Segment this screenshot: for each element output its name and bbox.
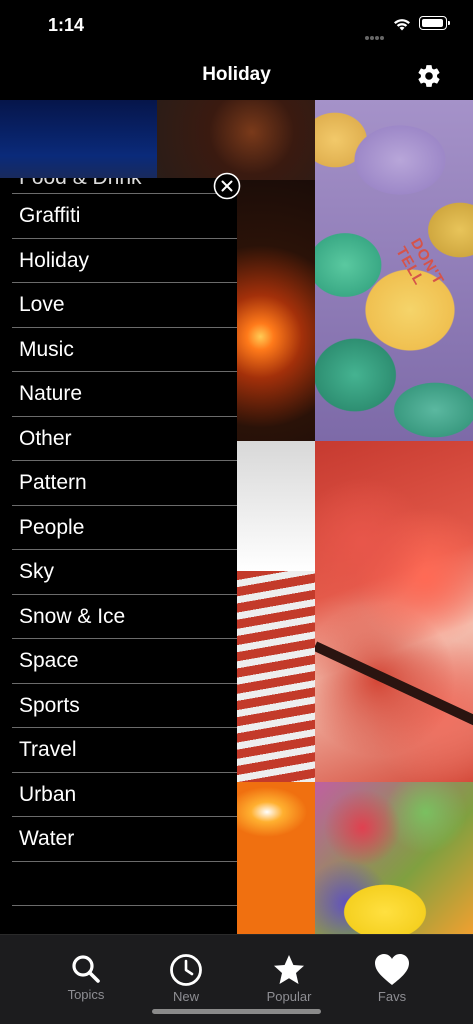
close-icon[interactable] — [213, 172, 241, 200]
photo-chick[interactable] — [315, 782, 473, 934]
menu-item-other[interactable]: Other — [12, 417, 237, 461]
menu-item-nature[interactable]: Nature — [12, 372, 237, 417]
menu-item-snow-ice[interactable]: Snow & Ice — [12, 595, 237, 639]
battery-icon — [419, 16, 450, 30]
menu-item-people[interactable]: People — [12, 506, 237, 550]
menu-item-love[interactable]: Love — [12, 283, 237, 328]
menu-item-holiday[interactable]: Holiday — [12, 239, 237, 283]
topics-menu: Food & Drink Graffiti Holiday Love Music… — [0, 178, 237, 934]
menu-item-music[interactable]: Music — [12, 328, 237, 372]
menu-item-graffiti[interactable]: Graffiti — [12, 194, 237, 239]
status-time: 1:14 — [48, 15, 85, 35]
tab-new-label: New — [172, 989, 199, 1004]
photo-candy-hearts[interactable]: DON'T TELL — [315, 100, 473, 441]
tab-popular[interactable]: Popular — [244, 953, 334, 1004]
search-icon — [72, 955, 100, 983]
photo-sparks-top[interactable] — [157, 100, 315, 180]
gear-icon[interactable] — [416, 63, 442, 89]
photo-autumn-tree[interactable] — [315, 441, 473, 782]
candy-heart-text: DON'T TELL — [392, 235, 448, 289]
menu-item-travel[interactable]: Travel — [12, 728, 237, 773]
tab-topics-label: Topics — [67, 987, 105, 1002]
photo-sparkler[interactable] — [237, 180, 315, 441]
photo-flag[interactable] — [237, 441, 315, 782]
menu-item-food-drink[interactable]: Food & Drink — [12, 178, 237, 194]
photo-candy-corn[interactable] — [237, 782, 315, 934]
menu-item-sports[interactable]: Sports — [12, 684, 237, 728]
menu-item-empty — [12, 862, 237, 906]
tab-favs[interactable]: Favs — [347, 953, 437, 1004]
tab-new[interactable]: New — [141, 953, 231, 1004]
menu-item-water[interactable]: Water — [12, 817, 237, 862]
tab-favs-label: Favs — [377, 989, 407, 1004]
clock-icon — [170, 954, 202, 986]
tab-topics[interactable]: Topics — [41, 953, 131, 1002]
heart-icon — [375, 954, 409, 985]
menu-item-urban[interactable]: Urban — [12, 773, 237, 817]
page-title: Holiday — [202, 64, 271, 85]
tab-popular-label: Popular — [266, 989, 312, 1004]
menu-item-space[interactable]: Space — [12, 639, 237, 684]
status-bar: 1:14 — [0, 0, 473, 50]
menu-item-pattern[interactable]: Pattern — [12, 461, 237, 506]
wifi-icon — [394, 19, 410, 31]
cellular-signal-icon — [365, 27, 387, 40]
star-icon — [274, 955, 304, 984]
photo-fireworks-sky[interactable] — [0, 100, 157, 180]
menu-item-sky[interactable]: Sky — [12, 550, 237, 595]
navigation-bar: Holiday — [0, 50, 473, 100]
topics-list: Food & Drink Graffiti Holiday Love Music… — [12, 178, 237, 906]
home-indicator — [152, 1009, 321, 1014]
